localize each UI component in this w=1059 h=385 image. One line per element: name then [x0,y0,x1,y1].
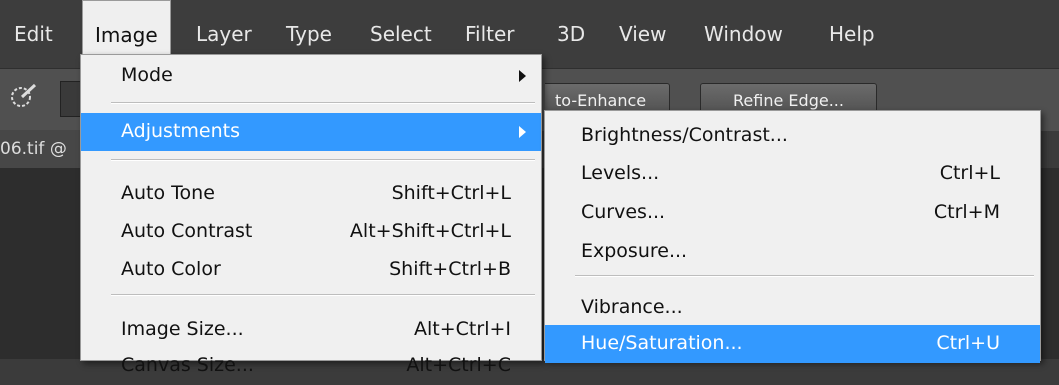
menu-window[interactable]: Window [704,0,783,68]
menu-item-image-size[interactable]: Image Size... Alt+Ctrl+I [81,311,541,349]
menu-item-curves[interactable]: Curves... Ctrl+M [545,194,1040,232]
menu-item-label: Auto Contrast [121,220,253,242]
menu-item-auto-contrast[interactable]: Auto Contrast Alt+Shift+Ctrl+L [81,213,541,251]
submenu-arrow-icon [519,126,526,138]
quick-selection-brush-icon[interactable] [8,81,38,111]
menu-3d[interactable]: 3D [557,0,585,68]
menu-item-label: Image Size... [121,318,244,340]
menu-item-brightness-contrast[interactable]: Brightness/Contrast... [545,117,1040,155]
menu-item-shortcut: Ctrl+U [936,332,1000,354]
menu-item-label: Adjustments [121,120,240,142]
menu-item-hue-saturation[interactable]: Hue/Saturation... Ctrl+U [545,325,1040,363]
image-menu-dropdown: Mode Adjustments Auto Tone Shift+Ctrl+L … [80,54,542,376]
menu-item-shortcut: Shift+Ctrl+L [391,182,511,204]
menu-item-label: Curves... [581,201,666,223]
submenu-arrow-icon [519,70,526,82]
menu-item-shortcut: Ctrl+M [933,201,1000,223]
menu-item-canvas-size[interactable]: Canvas Size... Alt+Ctrl+C [81,347,541,385]
menu-separator [111,159,535,161]
menu-item-label: Mode [121,64,173,86]
menu-item-auto-tone[interactable]: Auto Tone Shift+Ctrl+L [81,175,541,213]
menu-help[interactable]: Help [829,0,875,68]
menu-separator [111,102,535,104]
menu-item-exposure[interactable]: Exposure... [545,233,1040,271]
menu-item-label: Canvas Size... [121,354,254,376]
menu-item-shortcut: Ctrl+L [939,162,1000,184]
menu-item-mode[interactable]: Mode [81,57,541,95]
menu-item-shortcut: Shift+Ctrl+B [389,258,511,280]
menu-item-label: Vibrance... [581,296,683,318]
menu-item-shortcut: Alt+Shift+Ctrl+L [349,220,511,242]
menu-separator [575,275,1034,277]
menu-item-label: Exposure... [581,240,688,262]
menu-item-label: Levels... [581,162,660,184]
menu-item-label: Auto Tone [121,182,215,204]
menu-item-shortcut: Alt+Ctrl+I [414,318,511,340]
menu-item-label: Auto Color [121,258,221,280]
menu-item-auto-color[interactable]: Auto Color Shift+Ctrl+B [81,251,541,289]
menu-view[interactable]: View [619,0,666,68]
adjustments-submenu: Brightness/Contrast... Levels... Ctrl+L … [544,110,1041,363]
menu-item-adjustments[interactable]: Adjustments [81,113,541,151]
menu-item-vibrance[interactable]: Vibrance... [545,289,1040,327]
menu-item-levels[interactable]: Levels... Ctrl+L [545,155,1040,193]
menu-edit[interactable]: Edit [14,0,53,68]
menu-separator [111,294,535,296]
menu-item-label: Hue/Saturation... [581,332,743,354]
menu-item-label: Brightness/Contrast... [581,124,788,146]
menu-item-shortcut: Alt+Ctrl+C [406,354,511,376]
